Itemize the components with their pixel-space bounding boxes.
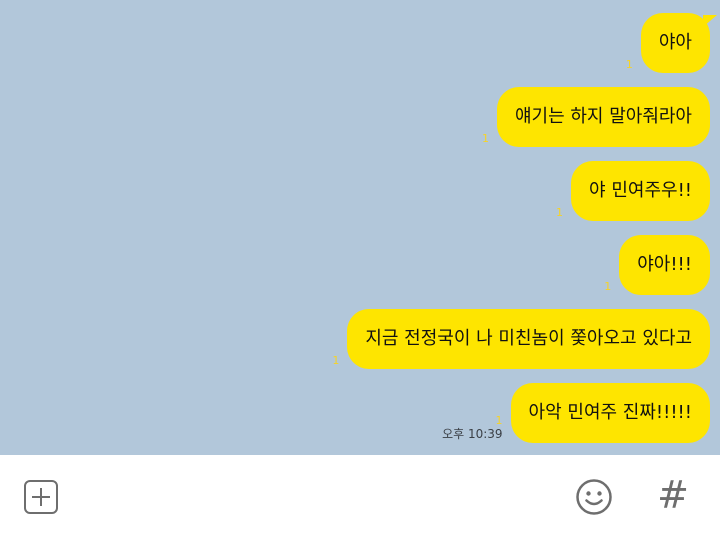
message-timestamp: 오후 10:39 <box>442 427 503 441</box>
message-meta: 1 <box>626 59 633 71</box>
message-bubble[interactable]: 아악 민여주 진짜!!!!! <box>510 383 710 443</box>
message-bubble[interactable]: 지금 전정국이 나 미친놈이 쫓아오고 있다고 <box>347 309 710 369</box>
message-meta: 1 오후 10:39 <box>442 414 503 442</box>
message-row: 1 야 민여주우!! <box>556 161 710 221</box>
plus-square-icon[interactable] <box>24 480 58 514</box>
chat-area[interactable]: 1 야아 1 얘기는 하지 말아줘라아 1 야 민여주우!! 1 야아!!! 1… <box>0 0 720 455</box>
message-composer: # <box>0 455 720 540</box>
unread-count: 1 <box>481 132 489 145</box>
smiley-icon-graphic <box>576 479 612 515</box>
unread-count: 1 <box>625 58 633 71</box>
unread-count: 1 <box>556 206 564 219</box>
message-row: 1 얘기는 하지 말아줘라아 <box>482 87 710 147</box>
hashtag-button[interactable]: # <box>655 475 691 515</box>
message-meta: 1 <box>482 133 489 145</box>
message-bubble[interactable]: 야아 <box>640 13 718 73</box>
message-meta: 1 <box>556 207 563 219</box>
unread-count: 1 <box>604 280 612 293</box>
message-row: 1 오후 10:39 아악 민여주 진짜!!!!! <box>442 383 710 443</box>
message-row: 1 지금 전정국이 나 미친놈이 쫓아오고 있다고 <box>332 309 710 369</box>
message-meta: 1 <box>604 281 611 293</box>
message-row: 1 야아!!! <box>604 235 710 295</box>
unread-count: 1 <box>495 414 503 427</box>
unread-count: 1 <box>332 354 340 367</box>
smiley-icon[interactable] <box>575 478 613 516</box>
message-row: 1 야아 <box>626 13 718 73</box>
message-meta: 1 <box>332 355 339 367</box>
message-bubble[interactable]: 얘기는 하지 말아줘라아 <box>496 87 710 147</box>
message-bubble[interactable]: 야 민여주우!! <box>571 161 710 221</box>
message-bubble[interactable]: 야아!!! <box>619 235 710 295</box>
